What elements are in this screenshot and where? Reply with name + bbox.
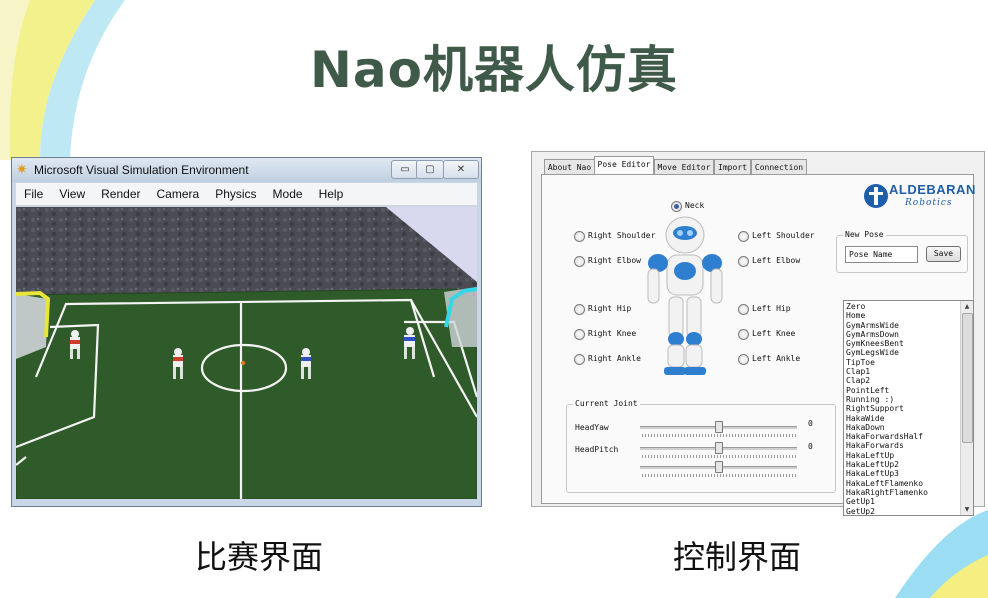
current-joint-group: Current Joint HeadYaw 0 HeadPitch 0 [566, 399, 836, 493]
aldebaran-logo: ALDEBARAN Robotics [863, 179, 975, 215]
radio-left-hip-indicator[interactable] [738, 304, 749, 315]
tab-move-editor[interactable]: Move Editor [654, 159, 714, 174]
pose-editor-body: ALDEBARAN Robotics Neck Right Shoulder R… [541, 174, 975, 516]
pose-list-item[interactable]: Zero [846, 302, 960, 311]
pose-list-item[interactable]: Clap1 [846, 367, 960, 376]
pose-list-item[interactable]: RightSupport [846, 404, 960, 413]
pose-list-item[interactable]: HakaLeftFlamenko [846, 479, 960, 488]
pose-list-item[interactable]: HakaDown [846, 423, 960, 432]
menu-camera[interactable]: Camera [149, 183, 208, 205]
radio-right-hip-indicator[interactable] [574, 304, 585, 315]
radio-right-ankle-label: Right Ankle [588, 354, 641, 363]
menu-physics[interactable]: Physics [207, 183, 264, 205]
current-joint-legend: Current Joint [573, 399, 640, 408]
radio-right-elbow-indicator[interactable] [574, 256, 585, 267]
radio-right-elbow-label: Right Elbow [588, 256, 641, 265]
pose-list-item[interactable]: TipToe [846, 358, 960, 367]
radio-neck-label: Neck [685, 201, 705, 210]
aldebaran-logo-icon [864, 184, 888, 208]
headpitch-value: 0 [808, 442, 813, 451]
pose-name-input[interactable]: Pose Name [845, 246, 918, 263]
pose-list-item[interactable]: GymArmsDown [846, 330, 960, 339]
scroll-up-arrow-icon[interactable]: ▲ [961, 301, 973, 312]
pose-list-item[interactable]: GymKneesBent [846, 339, 960, 348]
pose-list-item[interactable]: Clap2 [846, 376, 960, 385]
radio-left-elbow-label: Left Elbow [752, 256, 801, 265]
logo-sub: Robotics [905, 198, 953, 208]
simulation-viewport[interactable] [16, 207, 477, 499]
window-titlebar[interactable]: ✷ Microsoft Visual Simulation Environmen… [12, 158, 481, 182]
menu-mode[interactable]: Mode [265, 183, 311, 205]
pose-editor-window: About Nao Pose Editor Move Editor Import… [531, 151, 985, 516]
close-button[interactable]: ✕ [443, 160, 479, 179]
headyaw-slider-thumb[interactable] [714, 421, 723, 433]
radio-right-knee-indicator[interactable] [574, 329, 585, 340]
radio-left-shoulder-label: Left Shoulder [752, 231, 815, 240]
headpitch-slider-ticks [642, 455, 797, 458]
tab-connection[interactable]: Connection [751, 159, 807, 174]
radio-right-shoulder-indicator[interactable] [574, 231, 585, 242]
pose-list-item[interactable]: PointLeft [846, 386, 960, 395]
menu-view[interactable]: View [51, 183, 93, 205]
menu-render[interactable]: Render [93, 183, 148, 205]
new-pose-legend: New Pose [843, 230, 886, 239]
tab-pose-editor[interactable]: Pose Editor [594, 156, 654, 175]
pose-list-item[interactable]: HakaWide [846, 414, 960, 423]
pose-list-scrollbar[interactable]: ▲ ▼ [960, 301, 973, 515]
radio-left-knee-indicator[interactable] [738, 329, 749, 340]
pose-list-item[interactable]: HakaLeftUp3 [846, 469, 960, 478]
headyaw-slider-ticks [642, 434, 797, 437]
pose-list-items: Zero Home GymArmsWide GymArmsDown GymKneesBe… [846, 302, 960, 515]
pose-list-item[interactable]: HakaRightFlamenko [846, 488, 960, 497]
simulation-window: ✷ Microsoft Visual Simulation Environmen… [11, 157, 482, 507]
pose-list-item[interactable]: GymLegsWide [846, 348, 960, 357]
scroll-down-arrow-icon[interactable]: ▼ [961, 504, 973, 515]
menu-file[interactable]: File [16, 183, 51, 205]
ball [240, 360, 246, 366]
radio-left-shoulder-indicator[interactable] [738, 231, 749, 242]
pose-list[interactable]: Zero Home GymArmsWide GymArmsDown GymKneesBe… [843, 300, 974, 516]
left-caption: 比赛界面 [194, 538, 323, 576]
right-caption: 控制界面 [672, 538, 801, 576]
pose-list-item[interactable]: GymArmsWide [846, 321, 960, 330]
tab-import[interactable]: Import [714, 159, 751, 174]
menu-bar: File View Render Camera Physics Mode Help [16, 183, 477, 206]
headyaw-label: HeadYaw [575, 423, 609, 432]
pose-list-item[interactable]: HakaLeftUp [846, 451, 960, 460]
tab-about-nao[interactable]: About Nao [544, 159, 595, 174]
pose-list-item[interactable]: HakaForwardsHalf [846, 432, 960, 441]
radio-right-shoulder-label: Right Shoulder [588, 231, 656, 240]
radio-left-ankle-label: Left Ankle [752, 354, 801, 363]
logo-brand: ALDEBARAN [889, 182, 976, 197]
radio-left-ankle-indicator[interactable] [738, 354, 749, 365]
minimize-button[interactable]: ▭ [391, 160, 419, 179]
pose-list-item[interactable]: Running :) [846, 395, 960, 404]
pose-list-item[interactable]: HakaForwards [846, 441, 960, 450]
radio-right-ankle-indicator[interactable] [574, 354, 585, 365]
radio-right-knee-label: Right Knee [588, 329, 637, 338]
scroll-thumb[interactable] [962, 313, 973, 443]
radio-left-elbow-indicator[interactable] [738, 256, 749, 267]
radio-left-knee-label: Left Knee [752, 329, 796, 338]
pose-list-item[interactable]: GetUp1 [846, 497, 960, 506]
gear-icon: ✷ [16, 162, 28, 178]
pose-list-item[interactable]: GetUp2 [846, 507, 960, 515]
headyaw-value: 0 [808, 419, 813, 428]
save-button[interactable]: Save [926, 246, 961, 262]
window-title: Microsoft Visual Simulation Environment [34, 163, 249, 177]
radio-neck-indicator[interactable] [671, 201, 682, 212]
radio-right-hip-label: Right Hip [588, 304, 632, 313]
headpitch-label: HeadPitch [575, 445, 619, 454]
third-slider-ticks [642, 474, 797, 477]
radio-left-hip-label: Left Hip [752, 304, 791, 313]
new-pose-group: New Pose Pose Name Save [836, 230, 968, 273]
maximize-button[interactable]: ▢ [416, 160, 444, 179]
menu-help[interactable]: Help [311, 183, 352, 205]
pose-list-item[interactable]: Home [846, 311, 960, 320]
slide-title: Nao机器人仿真 [310, 41, 678, 99]
third-slider-thumb[interactable] [714, 461, 723, 473]
headpitch-slider-thumb[interactable] [714, 442, 723, 454]
pose-list-item[interactable]: HakaLeftUp2 [846, 460, 960, 469]
